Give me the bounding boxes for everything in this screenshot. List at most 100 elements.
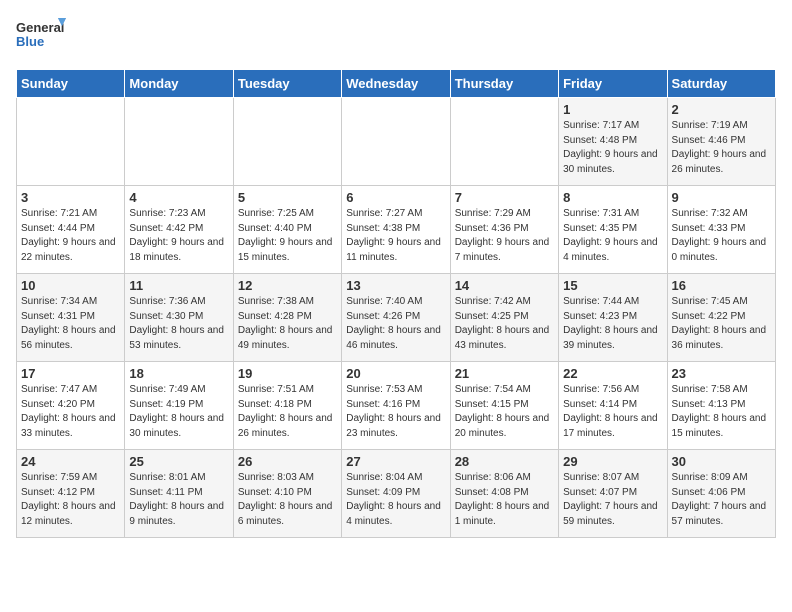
day-info: Sunrise: 8:07 AM Sunset: 4:07 PM Dayligh…	[563, 471, 662, 529]
day-cell: 26 Sunrise: 8:03 AM Sunset: 4:10 PM Dayli…	[233, 450, 341, 538]
day-cell: 8 Sunrise: 7:31 AM Sunset: 4:35 PM Daylig…	[559, 186, 667, 274]
day-cell: 1 Sunrise: 7:17 AM Sunset: 4:48 PM Daylig…	[559, 98, 667, 186]
day-info: Sunrise: 8:04 AM Sunset: 4:09 PM Dayligh…	[346, 471, 445, 529]
week-row-2: 10 Sunrise: 7:34 AM Sunset: 4:31 PM Dayli…	[17, 274, 776, 362]
day-cell: 25 Sunrise: 8:01 AM Sunset: 4:11 PM Dayli…	[125, 450, 233, 538]
day-number: 12	[238, 278, 337, 293]
day-number: 9	[672, 190, 771, 205]
day-info: Sunrise: 7:34 AM Sunset: 4:31 PM Dayligh…	[21, 295, 120, 353]
day-number: 28	[455, 454, 554, 469]
day-number: 3	[21, 190, 120, 205]
day-info: Sunrise: 7:56 AM Sunset: 4:14 PM Dayligh…	[563, 383, 662, 441]
day-info: Sunrise: 7:42 AM Sunset: 4:25 PM Dayligh…	[455, 295, 554, 353]
day-info: Sunrise: 7:49 AM Sunset: 4:19 PM Dayligh…	[129, 383, 228, 441]
day-number: 30	[672, 454, 771, 469]
day-number: 4	[129, 190, 228, 205]
day-info: Sunrise: 7:51 AM Sunset: 4:18 PM Dayligh…	[238, 383, 337, 441]
day-number: 1	[563, 102, 662, 117]
day-info: Sunrise: 7:58 AM Sunset: 4:13 PM Dayligh…	[672, 383, 771, 441]
day-info: Sunrise: 7:17 AM Sunset: 4:48 PM Dayligh…	[563, 119, 662, 177]
day-cell: 2 Sunrise: 7:19 AM Sunset: 4:46 PM Daylig…	[667, 98, 775, 186]
day-cell: 5 Sunrise: 7:25 AM Sunset: 4:40 PM Daylig…	[233, 186, 341, 274]
day-info: Sunrise: 7:19 AM Sunset: 4:46 PM Dayligh…	[672, 119, 771, 177]
day-info: Sunrise: 7:40 AM Sunset: 4:26 PM Dayligh…	[346, 295, 445, 353]
day-number: 16	[672, 278, 771, 293]
day-cell: 10 Sunrise: 7:34 AM Sunset: 4:31 PM Dayli…	[17, 274, 125, 362]
day-cell: 16Sunrise: 7:45 AM Sunset: 4:22 PM Dayli…	[667, 274, 775, 362]
day-cell	[233, 98, 341, 186]
day-number: 20	[346, 366, 445, 381]
page-header: General Blue	[16, 16, 776, 61]
header-row: SundayMondayTuesdayWednesdayThursdayFrid…	[17, 70, 776, 98]
day-info: Sunrise: 7:31 AM Sunset: 4:35 PM Dayligh…	[563, 207, 662, 265]
day-number: 17	[21, 366, 120, 381]
day-cell: 23 Sunrise: 7:58 AM Sunset: 4:13 PM Dayli…	[667, 362, 775, 450]
day-cell: 15 Sunrise: 7:44 AM Sunset: 4:23 PM Dayli…	[559, 274, 667, 362]
day-cell: 11 Sunrise: 7:36 AM Sunset: 4:30 PM Dayli…	[125, 274, 233, 362]
week-row-1: 3 Sunrise: 7:21 AM Sunset: 4:44 PM Daylig…	[17, 186, 776, 274]
day-cell	[17, 98, 125, 186]
day-number: 23	[672, 366, 771, 381]
day-cell: 18Sunrise: 7:49 AM Sunset: 4:19 PM Dayli…	[125, 362, 233, 450]
day-number: 27	[346, 454, 445, 469]
day-cell: 7Sunrise: 7:29 AM Sunset: 4:36 PM Daylig…	[450, 186, 558, 274]
day-cell: 22 Sunrise: 7:56 AM Sunset: 4:14 PM Dayli…	[559, 362, 667, 450]
day-info: Sunrise: 7:53 AM Sunset: 4:16 PM Dayligh…	[346, 383, 445, 441]
day-number: 26	[238, 454, 337, 469]
day-cell	[125, 98, 233, 186]
day-cell: 17 Sunrise: 7:47 AM Sunset: 4:20 PM Dayli…	[17, 362, 125, 450]
day-number: 22	[563, 366, 662, 381]
day-info: Sunrise: 8:03 AM Sunset: 4:10 PM Dayligh…	[238, 471, 337, 529]
day-cell: 29Sunrise: 8:07 AM Sunset: 4:07 PM Dayli…	[559, 450, 667, 538]
day-cell: 19Sunrise: 7:51 AM Sunset: 4:18 PM Dayli…	[233, 362, 341, 450]
day-number: 24	[21, 454, 120, 469]
day-cell: 12 Sunrise: 7:38 AM Sunset: 4:28 PM Dayli…	[233, 274, 341, 362]
logo-svg: General Blue	[16, 16, 66, 61]
day-info: Sunrise: 8:01 AM Sunset: 4:11 PM Dayligh…	[129, 471, 228, 529]
week-row-0: 1 Sunrise: 7:17 AM Sunset: 4:48 PM Daylig…	[17, 98, 776, 186]
day-number: 5	[238, 190, 337, 205]
day-number: 11	[129, 278, 228, 293]
week-row-3: 17 Sunrise: 7:47 AM Sunset: 4:20 PM Dayli…	[17, 362, 776, 450]
day-number: 10	[21, 278, 120, 293]
day-info: Sunrise: 7:38 AM Sunset: 4:28 PM Dayligh…	[238, 295, 337, 353]
day-number: 6	[346, 190, 445, 205]
day-info: Sunrise: 7:21 AM Sunset: 4:44 PM Dayligh…	[21, 207, 120, 265]
day-info: Sunrise: 7:54 AM Sunset: 4:15 PM Dayligh…	[455, 383, 554, 441]
day-info: Sunrise: 7:59 AM Sunset: 4:12 PM Dayligh…	[21, 471, 120, 529]
day-cell: 24 Sunrise: 7:59 AM Sunset: 4:12 PM Dayli…	[17, 450, 125, 538]
day-cell: 3 Sunrise: 7:21 AM Sunset: 4:44 PM Daylig…	[17, 186, 125, 274]
day-number: 8	[563, 190, 662, 205]
day-info: Sunrise: 7:25 AM Sunset: 4:40 PM Dayligh…	[238, 207, 337, 265]
day-header-sunday: Sunday	[17, 70, 125, 98]
day-info: Sunrise: 7:23 AM Sunset: 4:42 PM Dayligh…	[129, 207, 228, 265]
day-info: Sunrise: 7:32 AM Sunset: 4:33 PM Dayligh…	[672, 207, 771, 265]
logo: General Blue	[16, 16, 66, 61]
day-header-wednesday: Wednesday	[342, 70, 450, 98]
day-header-saturday: Saturday	[667, 70, 775, 98]
day-cell: 4 Sunrise: 7:23 AM Sunset: 4:42 PM Daylig…	[125, 186, 233, 274]
day-cell: 6Sunrise: 7:27 AM Sunset: 4:38 PM Daylig…	[342, 186, 450, 274]
day-info: Sunrise: 8:06 AM Sunset: 4:08 PM Dayligh…	[455, 471, 554, 529]
day-info: Sunrise: 7:29 AM Sunset: 4:36 PM Dayligh…	[455, 207, 554, 265]
day-header-friday: Friday	[559, 70, 667, 98]
calendar-table: SundayMondayTuesdayWednesdayThursdayFrid…	[16, 69, 776, 538]
day-header-monday: Monday	[125, 70, 233, 98]
day-cell	[450, 98, 558, 186]
day-number: 25	[129, 454, 228, 469]
day-cell: 28 Sunrise: 8:06 AM Sunset: 4:08 PM Dayli…	[450, 450, 558, 538]
day-cell: 20 Sunrise: 7:53 AM Sunset: 4:16 PM Dayli…	[342, 362, 450, 450]
day-info: Sunrise: 8:09 AM Sunset: 4:06 PM Dayligh…	[672, 471, 771, 529]
svg-text:Blue: Blue	[16, 34, 44, 49]
day-cell: 9 Sunrise: 7:32 AM Sunset: 4:33 PM Daylig…	[667, 186, 775, 274]
day-info: Sunrise: 7:47 AM Sunset: 4:20 PM Dayligh…	[21, 383, 120, 441]
day-cell: 14Sunrise: 7:42 AM Sunset: 4:25 PM Dayli…	[450, 274, 558, 362]
day-header-tuesday: Tuesday	[233, 70, 341, 98]
day-cell	[342, 98, 450, 186]
day-number: 15	[563, 278, 662, 293]
day-number: 2	[672, 102, 771, 117]
day-info: Sunrise: 7:36 AM Sunset: 4:30 PM Dayligh…	[129, 295, 228, 353]
day-info: Sunrise: 7:44 AM Sunset: 4:23 PM Dayligh…	[563, 295, 662, 353]
day-cell: 30 Sunrise: 8:09 AM Sunset: 4:06 PM Dayli…	[667, 450, 775, 538]
calendar-header: SundayMondayTuesdayWednesdayThursdayFrid…	[17, 70, 776, 98]
